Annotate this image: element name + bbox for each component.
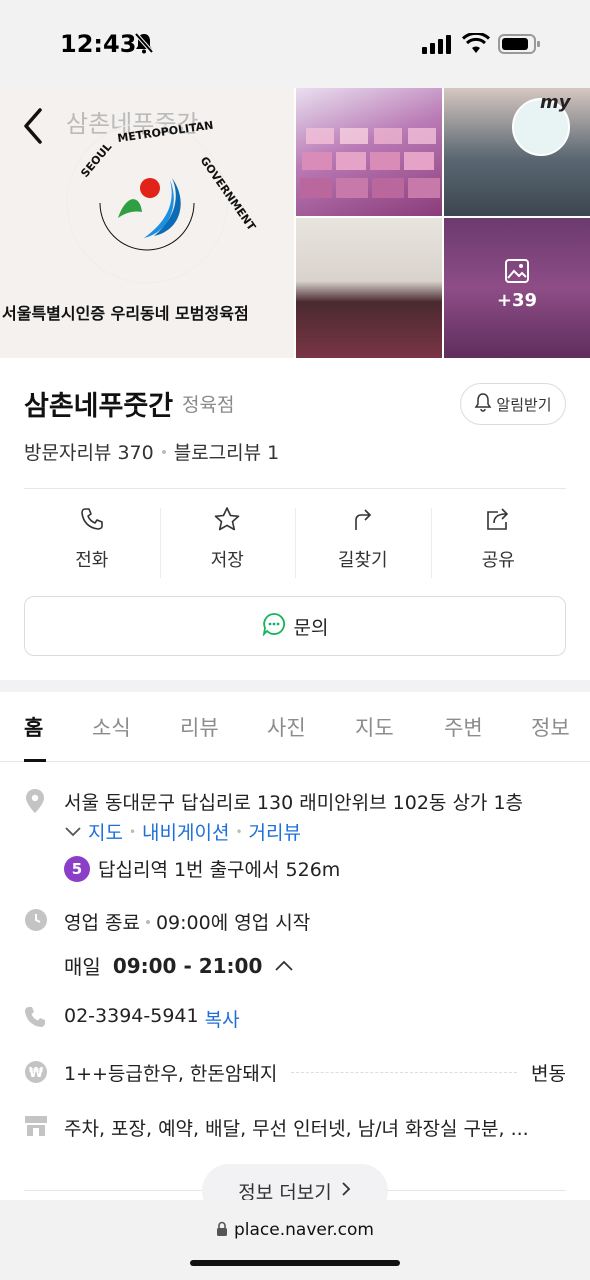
- visitor-reviews-link[interactable]: 방문자리뷰 370: [24, 438, 154, 465]
- menu-price: 변동: [531, 1063, 566, 1085]
- browser-url-bar: place.naver.com: [0, 1200, 590, 1280]
- alert-button[interactable]: 알림받기: [460, 383, 566, 425]
- phone-icon: [79, 506, 105, 536]
- status-bar: 12:43: [0, 0, 590, 88]
- call-button[interactable]: 전화: [24, 506, 160, 578]
- photo-thumbnail-3[interactable]: [296, 218, 442, 358]
- image-icon: [504, 258, 530, 288]
- menu-items: 1++등급한우, 한돈암돼지: [64, 1063, 278, 1085]
- share-button[interactable]: 공유: [430, 506, 567, 578]
- subway-line-badge: 5: [64, 855, 90, 882]
- place-category: 정육점: [182, 394, 235, 416]
- amenities-text: 주차, 포장, 예약, 배달, 무선 인터넷, 남/녀 화장실 구분, ...: [64, 1118, 529, 1140]
- photo-gallery: 삼촌네푸줏간 SEOUL METROPOLITAN GOVERNMENT 서울특…: [0, 88, 590, 358]
- map-link[interactable]: 지도: [88, 818, 123, 845]
- main-photo-caption-bottom: 서울특별시인증 우리동네 모범정육점: [2, 304, 249, 323]
- subway-info: 5 답십리역 1번 출구에서 526m: [64, 855, 340, 882]
- svg-text:GOVERNMENT: GOVERNMENT: [198, 154, 259, 233]
- wifi-icon: [461, 31, 491, 59]
- tab-active-indicator: [24, 759, 46, 762]
- divider: [24, 488, 566, 489]
- clock-icon: [24, 908, 48, 936]
- action-bar: 전화 저장 길찾기 공유: [24, 506, 566, 578]
- photo-thumbnail-2[interactable]: my: [444, 88, 590, 216]
- chevron-right-icon: [340, 1180, 352, 1202]
- inquiry-label: 문의: [293, 616, 329, 639]
- tab-nearby[interactable]: 주변: [444, 712, 483, 742]
- star-icon: [213, 506, 241, 536]
- chevron-down-icon[interactable]: [64, 821, 82, 843]
- directions-label: 길찾기: [337, 550, 388, 571]
- hours-closed-label: 영업 종료: [64, 912, 140, 934]
- hours-range: 09:00 - 21:00: [112, 953, 263, 978]
- separator-dot: •: [235, 824, 243, 839]
- blog-reviews-link[interactable]: 블로그리뷰 1: [174, 438, 280, 465]
- bell-icon: [474, 392, 492, 416]
- hours-detail[interactable]: 매일 09:00 - 21:00: [64, 951, 294, 980]
- address-links: 지도 • 내비게이션 • 거리뷰: [64, 818, 301, 845]
- tab-bar: 홈 소식 리뷰 사진 지도 주변 정보: [0, 692, 590, 762]
- hours-next-open: 09:00에 영업 시작: [155, 912, 311, 934]
- address-text: 서울 동대문구 답십리로 130 래미안위브 102동 상가 1층: [64, 792, 524, 814]
- menu-row: 1++등급한우, 한돈암돼지 변동: [64, 1059, 566, 1086]
- streetview-link[interactable]: 거리뷰: [249, 818, 301, 845]
- photo-thumbnail-more[interactable]: +39: [444, 218, 590, 358]
- directions-icon: [350, 506, 376, 536]
- tab-reviews[interactable]: 리뷰: [180, 712, 219, 742]
- avatar-label: my: [540, 92, 571, 113]
- alert-label: 알림받기: [496, 395, 552, 414]
- separator-dot: [145, 919, 150, 924]
- url-text: place.naver.com: [234, 1220, 374, 1240]
- location-pin-icon: [24, 788, 46, 818]
- svg-text:SEOUL: SEOUL: [78, 140, 114, 180]
- phone-icon: [24, 1006, 46, 1032]
- status-time: 12:43: [60, 30, 137, 58]
- main-photo[interactable]: 삼촌네푸줏간 SEOUL METROPOLITAN GOVERNMENT 서울특…: [0, 88, 294, 358]
- url-field[interactable]: place.naver.com: [0, 1220, 590, 1242]
- lock-icon: [216, 1221, 228, 1242]
- phone-row: 02-3394-5941 복사: [64, 1005, 240, 1032]
- separator-dot: •: [128, 824, 137, 839]
- review-counts: 방문자리뷰 370 블로그리뷰 1: [24, 438, 279, 465]
- tab-map[interactable]: 지도: [355, 712, 394, 742]
- section-divider: [0, 680, 590, 692]
- won-icon: ₩: [24, 1060, 48, 1088]
- separator-dot: [161, 449, 166, 454]
- hours-day: 매일: [64, 955, 101, 979]
- navigation-link[interactable]: 내비게이션: [142, 818, 229, 845]
- store-icon: [24, 1114, 48, 1142]
- photo-more-count: +39: [496, 290, 538, 311]
- directions-button[interactable]: 길찾기: [295, 506, 431, 578]
- tab-news[interactable]: 소식: [92, 712, 131, 742]
- inquiry-button[interactable]: 문의: [24, 596, 566, 656]
- seoul-emblem-icon: SEOUL METROPOLITAN GOVERNMENT: [66, 119, 259, 284]
- signal-icon: [422, 34, 452, 58]
- svg-text:METROPOLITAN: METROPOLITAN: [117, 119, 215, 145]
- chevron-up-icon[interactable]: [274, 954, 294, 978]
- hours-status: 영업 종료 09:00에 영업 시작: [64, 908, 310, 935]
- bell-muted-icon: [134, 32, 154, 58]
- call-label: 전화: [75, 550, 109, 571]
- home-indicator[interactable]: [190, 1260, 400, 1266]
- share-label: 공유: [481, 550, 515, 571]
- tab-info[interactable]: 정보: [531, 712, 570, 742]
- tab-photos[interactable]: 사진: [267, 712, 306, 742]
- meat-display-icon: [300, 128, 440, 198]
- tab-home[interactable]: 홈: [24, 712, 43, 742]
- copy-button[interactable]: 복사: [205, 1005, 240, 1032]
- battery-icon: [498, 33, 542, 59]
- save-label: 저장: [210, 550, 244, 571]
- share-icon: [484, 506, 512, 536]
- save-button[interactable]: 저장: [159, 506, 296, 578]
- phone-number[interactable]: 02-3394-5941: [64, 1005, 199, 1032]
- subway-text: 답십리역 1번 출구에서 526m: [98, 859, 341, 881]
- photo-thumbnail-1[interactable]: [296, 88, 442, 216]
- place-name: 삼촌네푸줏간: [24, 391, 174, 422]
- dotted-leader: [291, 1072, 518, 1073]
- svg-text:₩: ₩: [29, 1066, 44, 1081]
- chat-icon: [262, 612, 286, 641]
